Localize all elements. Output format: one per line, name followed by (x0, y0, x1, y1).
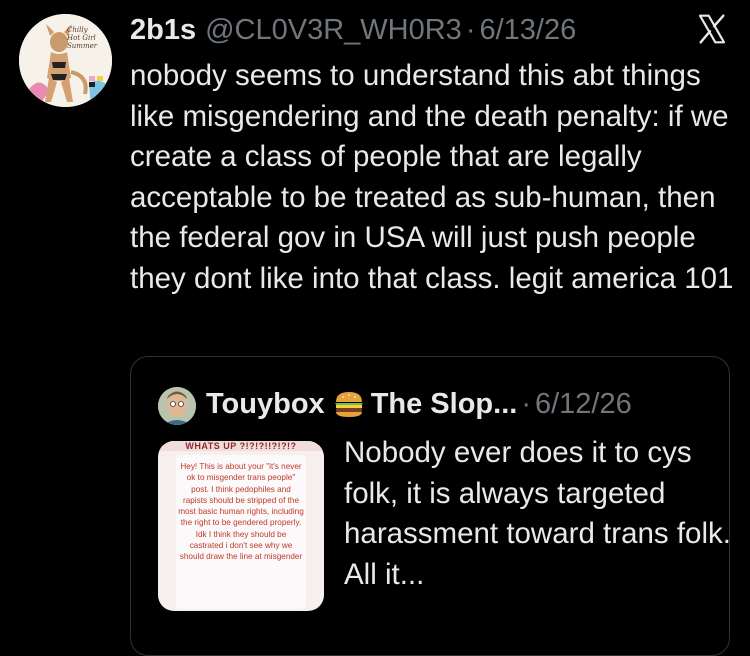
tweet-date[interactable]: 6/13/26 (479, 14, 576, 47)
quoted-avatar-illustration (158, 387, 196, 425)
media-header-text: WHATS UP ?!?!?!!?!?!? (158, 441, 324, 451)
media-message-text: Hey! This is about your "it's never ok t… (178, 462, 304, 562)
hamburger-emoji-icon (334, 392, 363, 417)
x-logo-icon[interactable] (696, 13, 728, 45)
tweet-header: 2b1s @CL0V3R_WH0R3 · 6/13/26 (130, 12, 730, 48)
quoted-author-name[interactable]: Touybox (206, 388, 325, 421)
author-handle[interactable]: @CL0V3R_WH0R3 (205, 14, 462, 47)
header-separator: · (465, 13, 476, 46)
quoted-author-title[interactable]: The Slop... (371, 388, 518, 421)
quoted-tweet-text: Nobody ever does it to cys folk, it is a… (344, 436, 731, 591)
avatar-caption-line: Chilly (67, 26, 88, 34)
avatar-caption-line: Hot Girl (67, 34, 96, 42)
avatar-caption: Chilly Hot Girl Summer (67, 26, 107, 50)
author-avatar[interactable]: Chilly Hot Girl Summer (19, 14, 112, 107)
avatar-caption-line: Summer (67, 42, 98, 50)
quoted-tweet-media[interactable]: WHATS UP ?!?!?!!?!?!? Hey! This is about… (158, 441, 324, 611)
quoted-header-separator: · (521, 387, 531, 420)
quoted-author-avatar[interactable] (158, 387, 196, 425)
quoted-tweet-date[interactable]: 6/12/26 (535, 388, 632, 421)
quoted-tweet-header: Touybox The Slop... · 6/12/26 (206, 384, 632, 424)
author-display-name[interactable]: 2b1s (130, 14, 196, 47)
tweet-text: nobody seems to understand this abt thin… (130, 59, 734, 295)
